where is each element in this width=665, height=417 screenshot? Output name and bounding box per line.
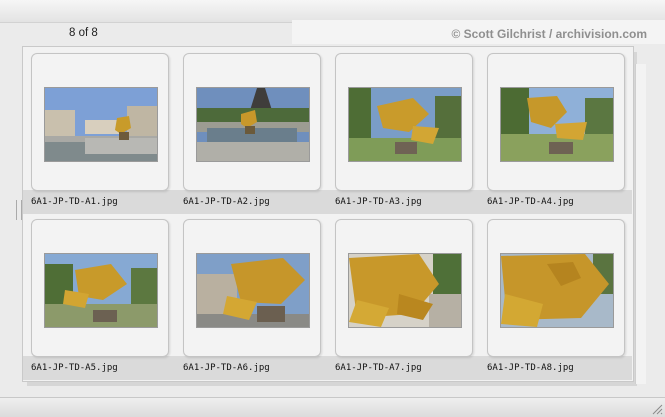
image-counter: 8 of 8 <box>69 27 98 39</box>
resize-handle-icon[interactable] <box>651 403 663 415</box>
thumbnail-8[interactable] <box>500 253 614 328</box>
slide-5[interactable] <box>31 219 169 357</box>
slide-4[interactable] <box>487 53 625 191</box>
copyright-notice: © Scott Gilchrist / archivision.com <box>451 27 647 41</box>
thumbnail-5[interactable] <box>44 253 158 328</box>
thumbnail-6[interactable] <box>196 253 310 328</box>
slide-7[interactable] <box>335 219 473 357</box>
resize-grip[interactable] <box>16 200 22 220</box>
slide-6[interactable] <box>183 219 321 357</box>
thumbnail-7[interactable] <box>348 253 462 328</box>
slide-2[interactable] <box>183 53 321 191</box>
thumbnail-1[interactable] <box>44 87 158 162</box>
slide-8[interactable] <box>487 219 625 357</box>
thumbnail-4[interactable] <box>500 87 614 162</box>
slide-6-filename: 6A1-JP-TD-A6.jpg <box>183 363 270 373</box>
slide-5-filename: 6A1-JP-TD-A5.jpg <box>31 363 118 373</box>
thumbnail-2[interactable] <box>196 87 310 162</box>
slide-8-filename: 6A1-JP-TD-A8.jpg <box>487 363 574 373</box>
vertical-scrollbar[interactable] <box>635 64 646 384</box>
slide-3[interactable] <box>335 53 473 191</box>
window-bottom-bar <box>0 397 665 417</box>
slide-7-filename: 6A1-JP-TD-A7.jpg <box>335 363 422 373</box>
thumbnail-3[interactable] <box>348 87 462 162</box>
slide-4-filename: 6A1-JP-TD-A4.jpg <box>487 197 574 207</box>
slide-3-filename: 6A1-JP-TD-A3.jpg <box>335 197 422 207</box>
slide-2-filename: 6A1-JP-TD-A2.jpg <box>183 197 270 207</box>
slide-1-filename: 6A1-JP-TD-A1.jpg <box>31 197 118 207</box>
slide-1[interactable] <box>31 53 169 191</box>
